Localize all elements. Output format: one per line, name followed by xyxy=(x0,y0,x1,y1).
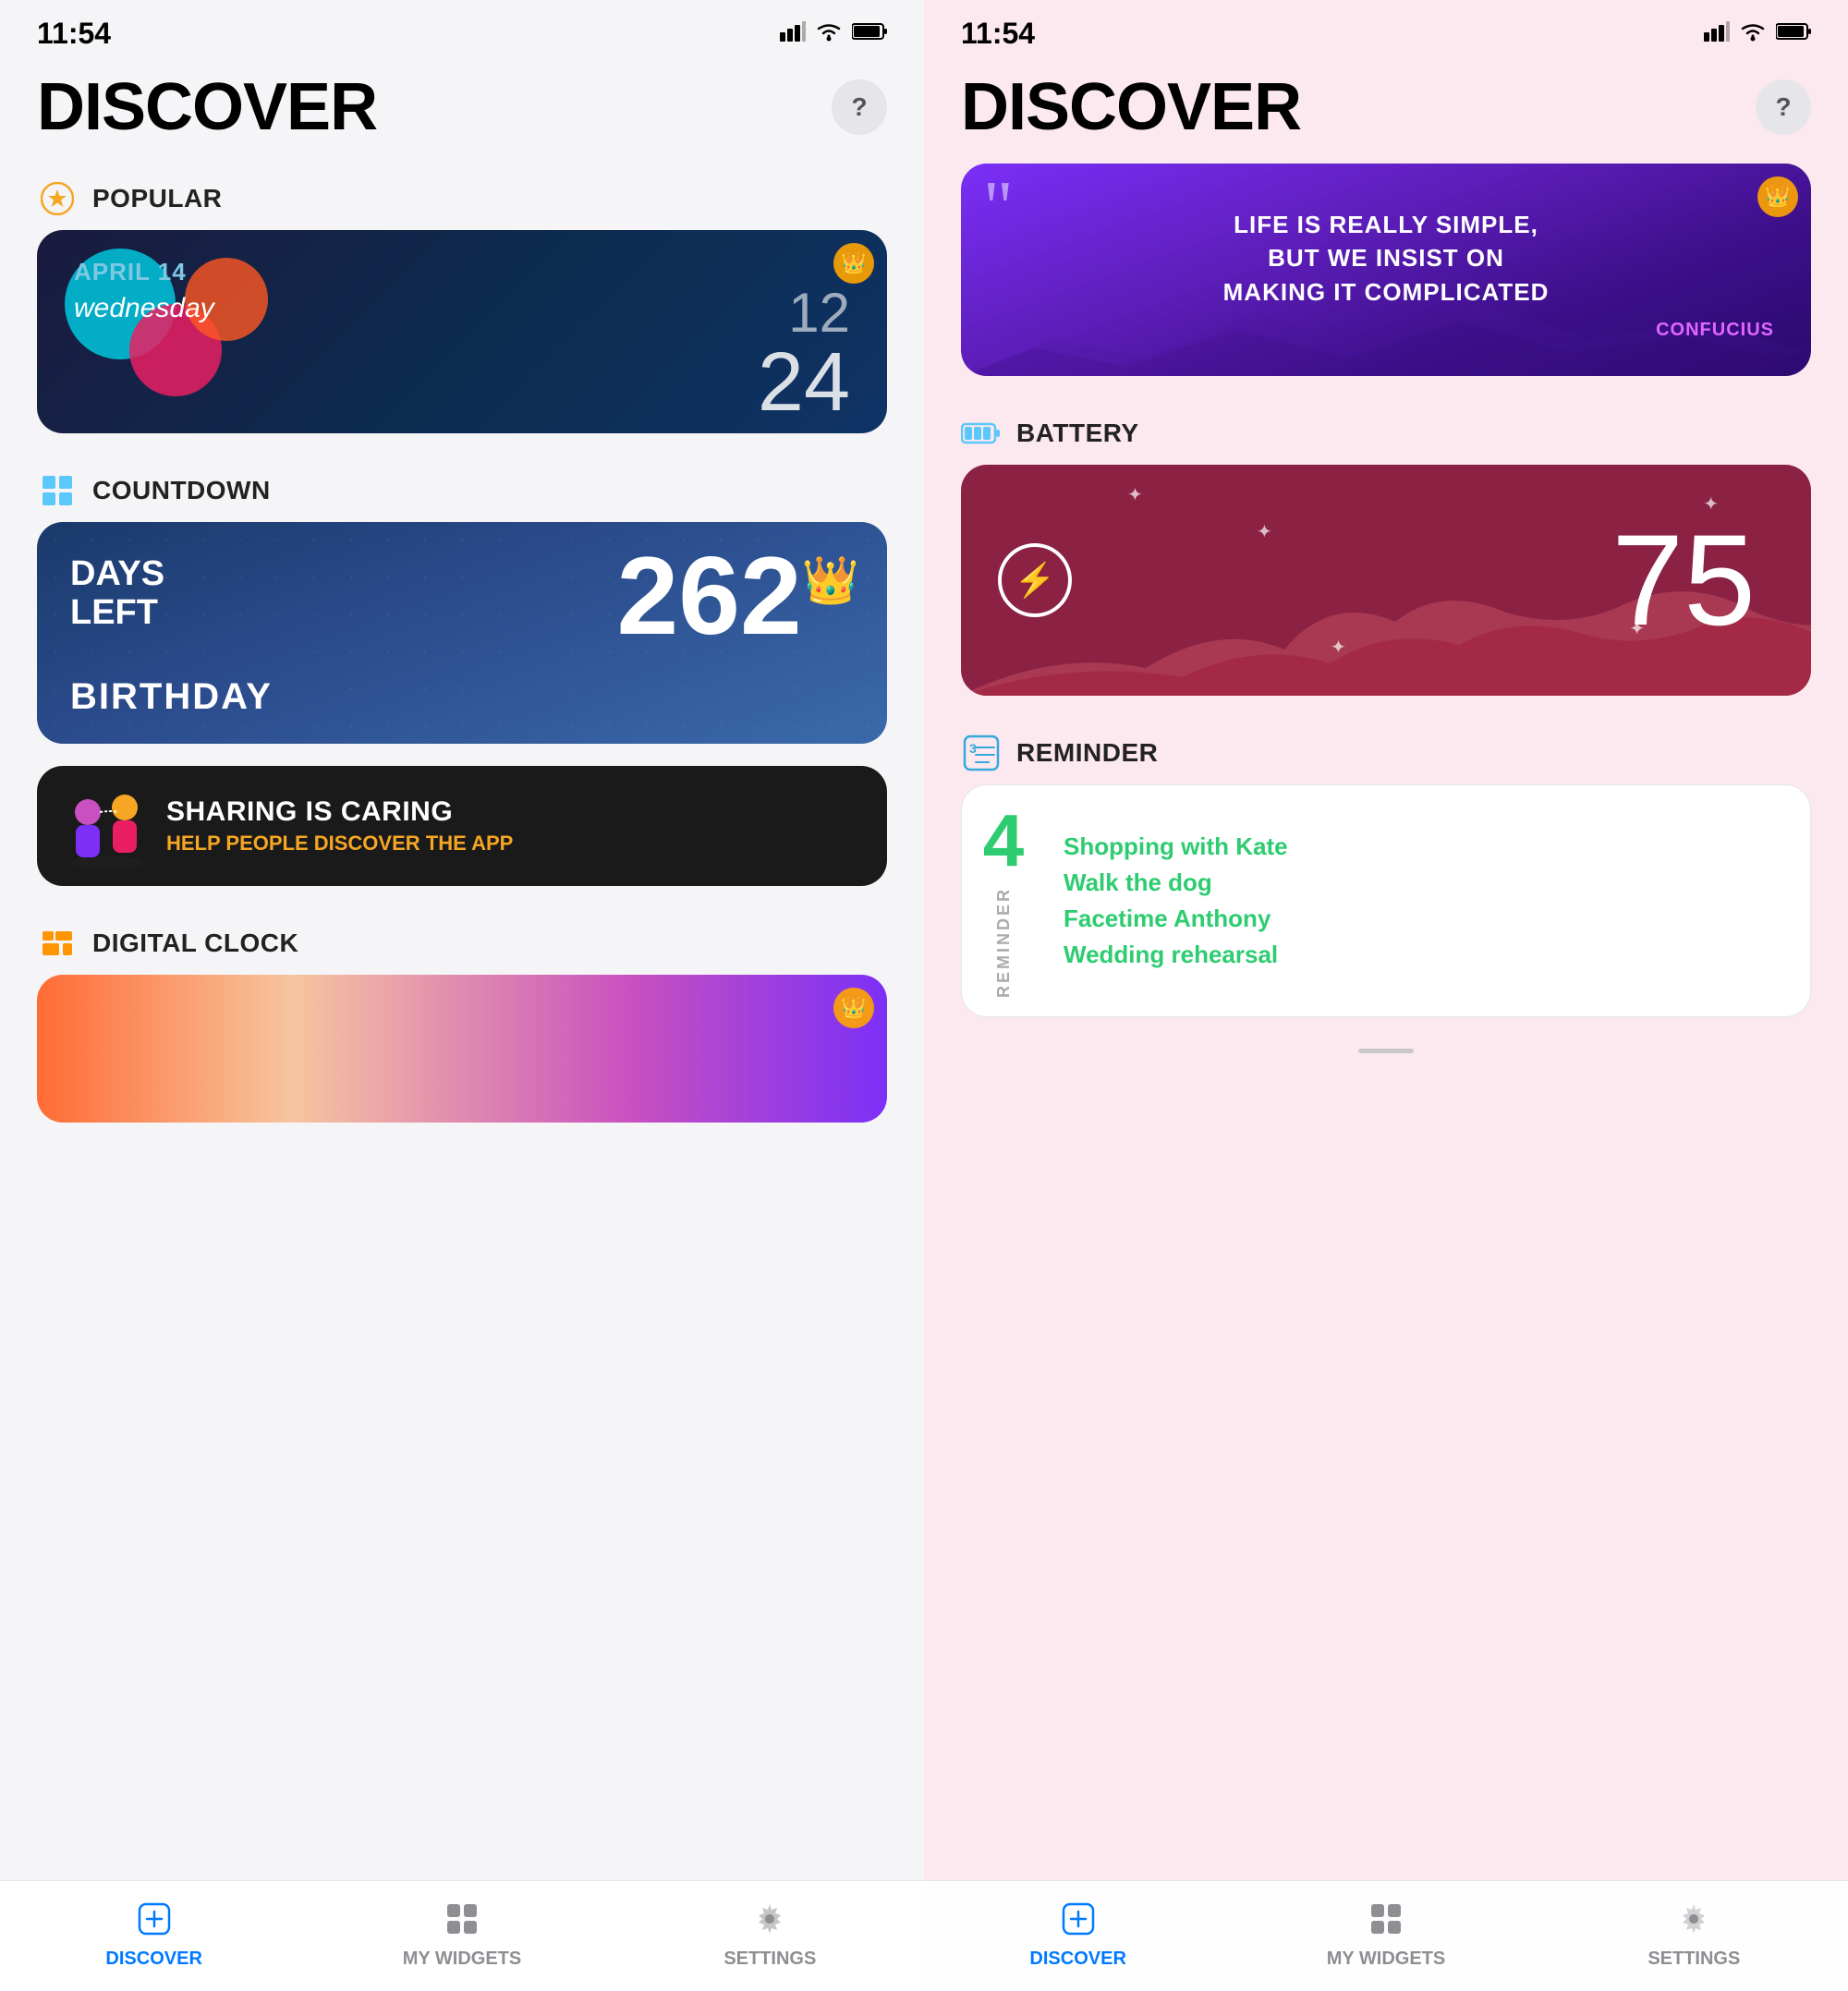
quote-author: CONFUCIUS xyxy=(998,320,1774,341)
nav-discover-label-left: DISCOVER xyxy=(105,1949,201,1970)
section-popular: POPULAR xyxy=(0,164,924,230)
section-digital-clock: DIGITAL CLOCK xyxy=(0,908,924,975)
quote-card[interactable]: " 👑 LIFE IS REALLY SIMPLE, BUT WE INSIST… xyxy=(961,164,1811,376)
sharing-subtitle: HELP PEOPLE DISCOVER THE APP xyxy=(166,832,859,856)
status-icons-right xyxy=(1704,21,1811,47)
quote-text: LIFE IS REALLY SIMPLE, BUT WE INSIST ON … xyxy=(998,208,1774,309)
battery-icon-right xyxy=(1776,22,1811,46)
battery-section-icon xyxy=(961,413,1002,454)
header-left: DISCOVER ? xyxy=(0,60,924,164)
reminder-section-icon: 3 xyxy=(961,733,1002,773)
bottom-nav-right: DISCOVER MY WIDGETS SETTING xyxy=(924,1880,1848,1991)
battery-card[interactable]: ✦ ✦ ✦ ✦ ✦ ⚡ 75 xyxy=(961,465,1811,696)
reminder-item-1: Shopping with Kate xyxy=(1064,832,1792,861)
reminder-count-col: 4 REMINDER xyxy=(962,785,1045,1016)
nav-settings-right[interactable]: SETTINGS xyxy=(1540,1902,1848,1970)
quote-card-wrapper: " 👑 LIFE IS REALLY SIMPLE, BUT WE INSIST… xyxy=(924,164,1848,398)
nav-settings-left[interactable]: SETTINGS xyxy=(616,1902,924,1970)
popular-weekday: wednesday xyxy=(74,293,214,324)
digital-clock-card[interactable]: 👑 xyxy=(37,975,887,1123)
signal-icon-right xyxy=(1704,21,1730,47)
widgets-icon-left xyxy=(445,1902,479,1943)
status-time-right: 11:54 xyxy=(961,17,1035,51)
crown-badge-clock: 👑 xyxy=(833,988,874,1028)
reminder-card[interactable]: 4 REMINDER Shopping with Kate Walk the d… xyxy=(961,784,1811,1017)
nav-my-widgets-label-left: MY WIDGETS xyxy=(403,1949,522,1970)
battery-icon-left xyxy=(852,22,887,46)
wifi-icon-right xyxy=(1739,21,1767,47)
sharing-card[interactable]: SHARING IS CARING HELP PEOPLE DISCOVER T… xyxy=(37,766,887,886)
sharing-card-wrapper: SHARING IS CARING HELP PEOPLE DISCOVER T… xyxy=(0,766,924,908)
battery-card-wrapper: ✦ ✦ ✦ ✦ ✦ ⚡ 75 xyxy=(924,465,1848,718)
countdown-days-left: DAYS LEFT xyxy=(70,555,164,633)
reminder-card-wrapper: 4 REMINDER Shopping with Kate Walk the d… xyxy=(924,784,1848,1039)
sharing-illustration xyxy=(65,784,148,868)
status-bar-right: 11:54 xyxy=(924,0,1848,60)
reminder-item-4: Wedding rehearsal xyxy=(1064,941,1792,969)
crown-badge-popular: 👑 xyxy=(833,243,874,284)
left-phone-screen: 11:54 DISCOVER ? POPULAR xyxy=(0,0,924,1991)
reminder-count: 4 xyxy=(983,804,1025,878)
grid-icon xyxy=(37,470,78,511)
nav-my-widgets-left[interactable]: MY WIDGETS xyxy=(308,1902,615,1970)
clock-icon xyxy=(37,923,78,964)
section-battery: BATTERY xyxy=(924,398,1848,465)
sharing-title: SHARING IS CARING xyxy=(166,796,859,828)
digital-clock-card-wrapper: 👑 xyxy=(0,975,924,1145)
countdown-event: BIRTHDAY xyxy=(70,676,273,718)
page-title-right: DISCOVER xyxy=(961,69,1301,145)
gear-icon-left xyxy=(753,1902,786,1943)
nav-settings-label-right: SETTINGS xyxy=(1647,1949,1740,1970)
nav-my-widgets-right[interactable]: MY WIDGETS xyxy=(1232,1902,1539,1970)
sharing-text: SHARING IS CARING HELP PEOPLE DISCOVER T… xyxy=(166,796,859,856)
plus-square-icon-right xyxy=(1062,1902,1095,1943)
popular-label: POPULAR xyxy=(92,184,222,213)
help-button-left[interactable]: ? xyxy=(832,79,887,135)
battery-lightning-icon: ⚡ xyxy=(998,543,1072,617)
gear-icon-right xyxy=(1677,1902,1710,1943)
nav-my-widgets-label-right: MY WIDGETS xyxy=(1327,1949,1446,1970)
popular-date: APRIL 14 xyxy=(74,258,187,286)
countdown-label: COUNTDOWN xyxy=(92,476,271,505)
nav-settings-label-left: SETTINGS xyxy=(723,1949,816,1970)
battery-value: 75 xyxy=(1611,516,1756,645)
right-phone-screen: 11:54 DISCOVER ? " 👑 xyxy=(924,0,1848,1991)
nav-discover-right[interactable]: DISCOVER xyxy=(924,1902,1232,1970)
nav-discover-left[interactable]: DISCOVER xyxy=(0,1902,308,1970)
status-icons-left xyxy=(780,21,887,47)
plus-square-icon-left xyxy=(138,1902,171,1943)
reminder-item-2: Walk the dog xyxy=(1064,868,1792,897)
reminder-item-3: Facetime Anthony xyxy=(1064,904,1792,933)
star-icon xyxy=(37,178,78,219)
countdown-card[interactable]: DAYS LEFT 262👑 BIRTHDAY xyxy=(37,522,887,744)
help-button-right[interactable]: ? xyxy=(1756,79,1811,135)
header-right: DISCOVER ? xyxy=(924,60,1848,164)
page-title-left: DISCOVER xyxy=(37,69,377,145)
reminder-vert-label: REMINDER xyxy=(994,887,1014,998)
battery-section-label: BATTERY xyxy=(1016,419,1139,448)
section-countdown: COUNTDOWN xyxy=(0,455,924,522)
digital-clock-label: DIGITAL CLOCK xyxy=(92,929,298,958)
signal-icon-left xyxy=(780,21,806,47)
bottom-nav-left: DISCOVER MY WIDGETS SETTING xyxy=(0,1880,924,1991)
status-bar-left: 11:54 xyxy=(0,0,924,60)
reminder-list: Shopping with Kate Walk the dog Facetime… xyxy=(1045,785,1810,1016)
wifi-icon-left xyxy=(815,21,843,47)
popular-time: 12 24 xyxy=(758,285,850,424)
widgets-icon-right xyxy=(1369,1902,1403,1943)
nav-discover-label-right: DISCOVER xyxy=(1029,1949,1125,1970)
popular-card-wrapper: APRIL 14 wednesday 12 24 👑 xyxy=(0,230,924,455)
popular-card[interactable]: APRIL 14 wednesday 12 24 👑 xyxy=(37,230,887,433)
countdown-number: 262👑 xyxy=(617,540,859,651)
scroll-indicator xyxy=(1358,1049,1414,1053)
reminder-section-label: REMINDER xyxy=(1016,738,1158,768)
section-reminder: 3 REMINDER xyxy=(924,718,1848,784)
countdown-card-wrapper: DAYS LEFT 262👑 BIRTHDAY xyxy=(0,522,924,766)
status-time-left: 11:54 xyxy=(37,17,111,51)
